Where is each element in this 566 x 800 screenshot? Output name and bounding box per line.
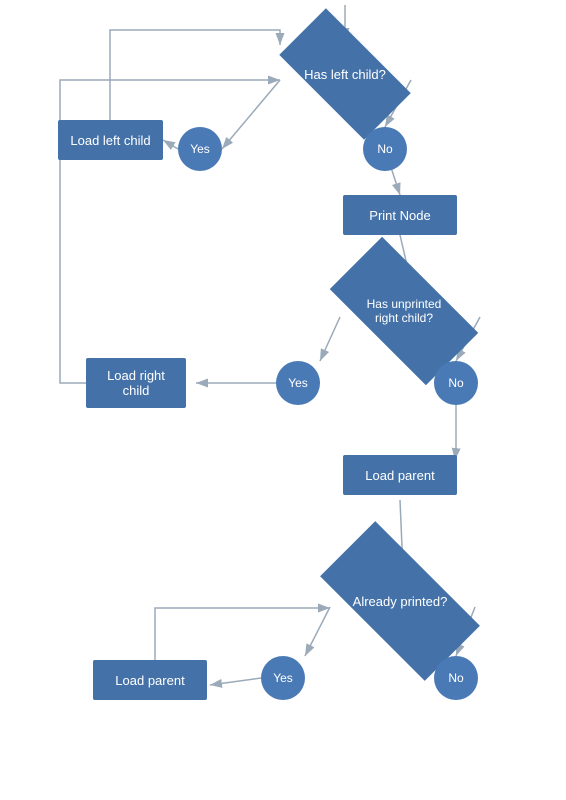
no-right-circle: No xyxy=(434,361,478,405)
has-right-child-label: Has unprintedright child? xyxy=(367,297,442,325)
already-printed-diamond: Already printed? xyxy=(320,558,480,644)
has-left-child-label: Has left child? xyxy=(304,67,386,82)
load-parent2-node: Load parent xyxy=(93,660,207,700)
has-left-child-diamond: Has left child? xyxy=(275,35,415,113)
load-left-child-node: Load left child xyxy=(58,120,163,160)
load-left-child-label: Load left child xyxy=(70,133,150,148)
no-ap-circle: No xyxy=(434,656,478,700)
load-parent-node: Load parent xyxy=(343,455,457,495)
print-node-label: Print Node xyxy=(369,208,430,223)
load-right-child-node: Load rightchild xyxy=(86,358,186,408)
already-printed-label: Already printed? xyxy=(353,594,448,609)
no-right-label: No xyxy=(448,376,463,390)
no-ap-label: No xyxy=(448,671,463,685)
load-parent-label: Load parent xyxy=(365,468,434,483)
load-parent2-label: Load parent xyxy=(115,673,184,688)
no-left-label: No xyxy=(377,142,392,156)
yes-ap-circle: Yes xyxy=(261,656,305,700)
no-left-circle: No xyxy=(363,127,407,171)
yes-ap-label: Yes xyxy=(273,671,293,685)
yes-left-circle: Yes xyxy=(178,127,222,171)
has-right-child-diamond: Has unprintedright child? xyxy=(330,270,478,352)
load-right-child-label: Load rightchild xyxy=(107,368,165,398)
yes-left-label: Yes xyxy=(190,142,210,156)
yes-right-label: Yes xyxy=(288,376,308,390)
yes-right-circle: Yes xyxy=(276,361,320,405)
print-node: Print Node xyxy=(343,195,457,235)
